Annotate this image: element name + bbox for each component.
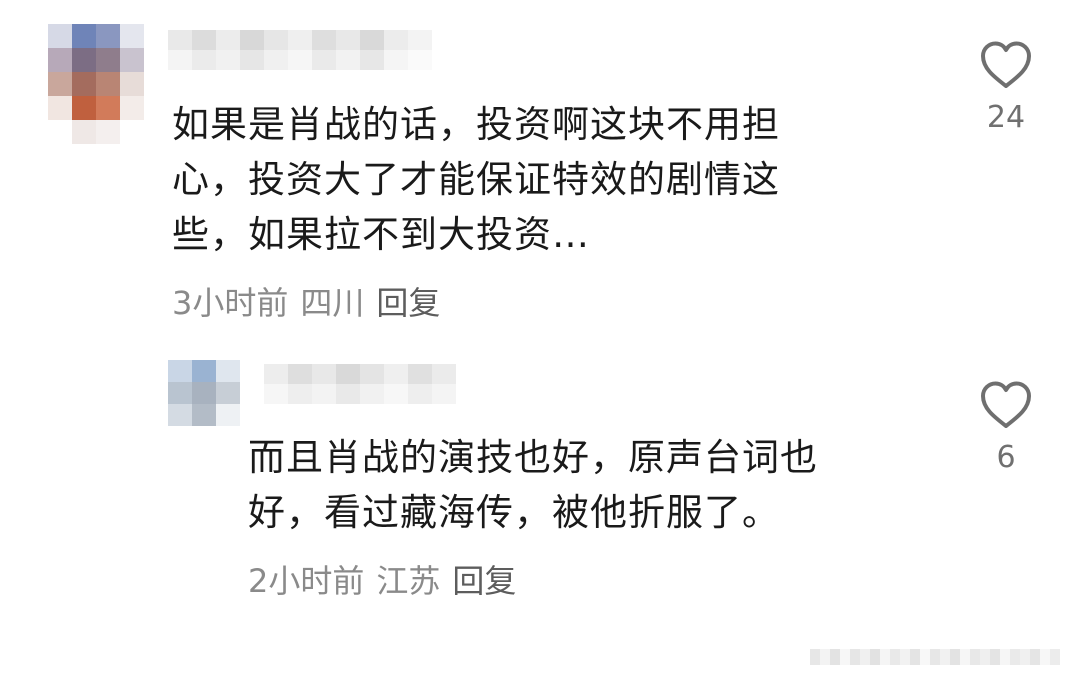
like-count: 6: [996, 440, 1016, 475]
heart-outline-icon: [981, 381, 1031, 428]
comment-line: 如果是肖战的话，投资啊这块不用担: [172, 103, 780, 146]
reply-button[interactable]: 回复: [376, 284, 440, 322]
watermark: [810, 649, 1060, 665]
ip-location: 四川: [300, 284, 365, 322]
ip-location: 江苏: [376, 562, 441, 600]
comment-line: 些，如果拉不到大投资…: [172, 213, 590, 256]
comment-line: 好，看过藏海传，被他折服了。: [248, 491, 780, 534]
avatar[interactable]: [168, 360, 240, 426]
comment-thread: 如果是肖战的话，投资啊这块不用担 心，投资大了才能保证特效的剧情这 些，如果拉不…: [0, 0, 1080, 675]
comment-text: 而且肖战的演技也好，原声台词也 好，看过藏海传，被他折服了。: [248, 430, 908, 540]
like-button[interactable]: 24: [976, 40, 1036, 135]
reply-button[interactable]: 回复: [452, 562, 516, 600]
comment-line: 而且肖战的演技也好，原声台词也: [248, 436, 818, 479]
username-blurred[interactable]: [264, 364, 456, 404]
timestamp: 2小时前: [248, 562, 365, 600]
avatar[interactable]: [48, 24, 144, 144]
heart-outline-icon: [981, 41, 1031, 88]
like-count: 24: [986, 100, 1026, 135]
comment-text: 如果是肖战的话，投资啊这块不用担 心，投资大了才能保证特效的剧情这 些，如果拉不…: [172, 97, 892, 262]
timestamp: 3小时前: [172, 284, 289, 322]
comment-meta: 2小时前 江苏 回复: [248, 556, 528, 602]
comment-meta: 3小时前 四川 回复: [172, 278, 452, 324]
like-button[interactable]: 6: [976, 380, 1036, 475]
username-blurred[interactable]: [168, 30, 432, 70]
comment-line: 心，投资大了才能保证特效的剧情这: [172, 158, 780, 201]
